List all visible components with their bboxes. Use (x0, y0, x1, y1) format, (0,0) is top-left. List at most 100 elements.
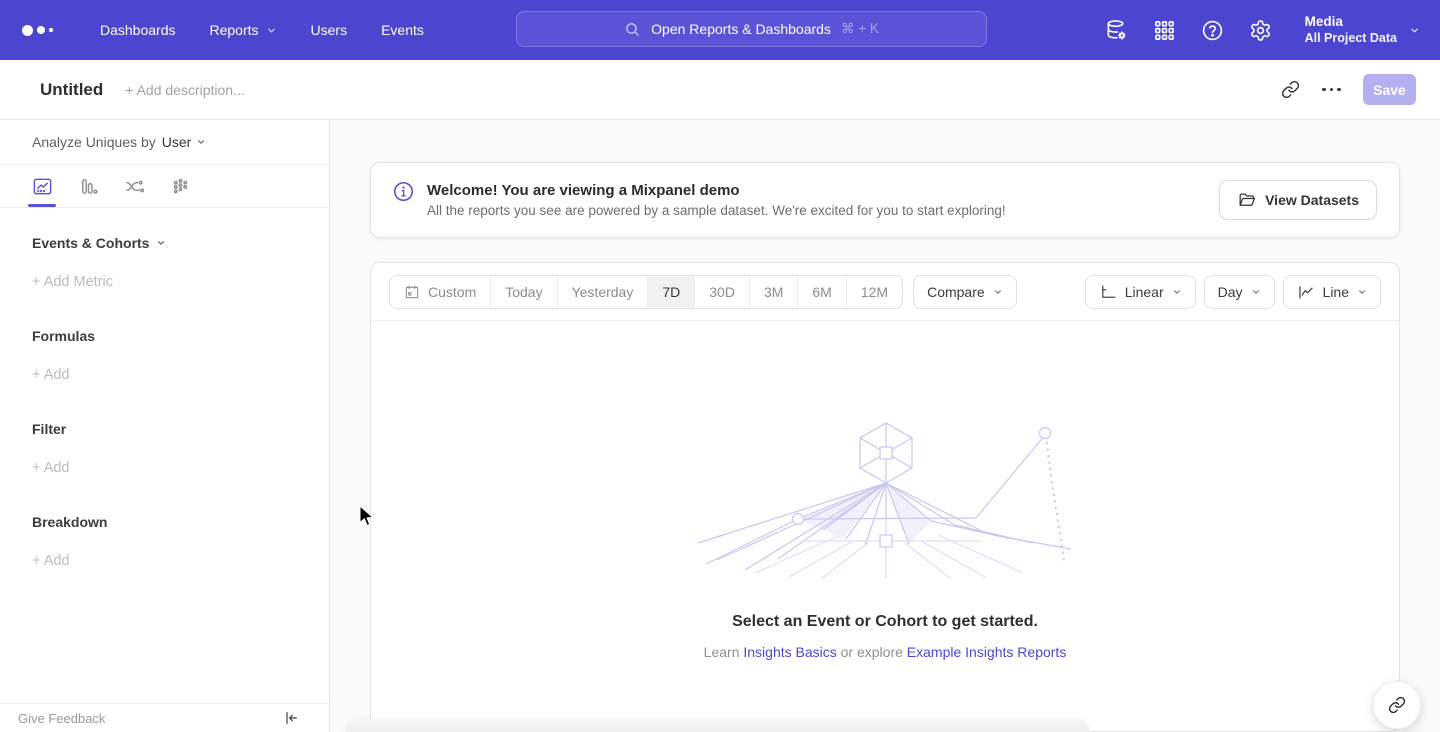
date-range-custom[interactable]: Custom (390, 276, 490, 308)
banner-title: Welcome! You are viewing a Mixpanel demo (427, 182, 1006, 199)
date-range-today[interactable]: Today (490, 276, 556, 308)
empty-state: Select an Event or Cohort to get started… (371, 321, 1399, 660)
chevron-down-icon (1251, 287, 1261, 297)
add-breakdown-button[interactable]: + Add (32, 553, 297, 569)
breakdown-label: Breakdown (32, 514, 107, 530)
chart-type-dropdown[interactable]: Line (1283, 275, 1381, 309)
data-management-icon[interactable] (1105, 19, 1128, 42)
axis-icon (1099, 283, 1117, 301)
nav-users[interactable]: Users (311, 22, 348, 38)
next-section-edge (345, 719, 1090, 732)
add-filter-button[interactable]: + Add (32, 460, 297, 476)
report-title[interactable]: Untitled (40, 80, 103, 100)
nav-reports[interactable]: Reports (210, 22, 277, 38)
link-icon (1388, 696, 1406, 714)
global-search[interactable]: Open Reports & Dashboards ⌘ + K (516, 11, 987, 47)
nav-dashboards[interactable]: Dashboards (100, 22, 176, 38)
date-range-6m[interactable]: 6M (797, 276, 845, 308)
tab-bar-chart[interactable] (74, 165, 102, 207)
line-chart-tab-icon (32, 176, 53, 197)
give-feedback-link[interactable]: Give Feedback (18, 711, 105, 726)
query-builder-sidebar: Analyze Uniques by User (0, 120, 330, 732)
tab-flow[interactable] (120, 165, 148, 207)
mixpanel-logo-icon[interactable] (22, 25, 68, 36)
banner-subtitle: All the reports you see are powered by a… (427, 203, 1006, 218)
add-formula-button[interactable]: + Add (32, 367, 297, 383)
nav-users-label: Users (311, 22, 348, 38)
hint-middle: or explore (841, 644, 903, 660)
chart-type-label: Line (1323, 284, 1349, 300)
chevron-down-icon (156, 238, 166, 248)
metrics-tab-icon (170, 176, 191, 197)
view-datasets-label: View Datasets (1265, 192, 1359, 208)
copy-link-icon[interactable] (1281, 80, 1300, 99)
chevron-down-icon (266, 25, 277, 36)
example-reports-link[interactable]: Example Insights Reports (907, 644, 1067, 660)
scale-label: Linear (1125, 284, 1164, 300)
hint-prefix: Learn (704, 644, 740, 660)
chevron-down-icon (1172, 287, 1182, 297)
demo-banner: Welcome! You are viewing a Mixpanel demo… (370, 162, 1400, 238)
empty-state-title: Select an Event or Cohort to get started… (732, 613, 1038, 631)
project-selector[interactable]: Media All Project Data (1305, 14, 1420, 47)
report-header: Untitled + Add description... Save (0, 60, 1440, 120)
events-cohorts-header[interactable]: Events & Cohorts (32, 235, 297, 251)
main-content: Welcome! You are viewing a Mixpanel demo… (330, 120, 1440, 732)
chevron-down-icon (993, 287, 1003, 297)
date-range-12m[interactable]: 12M (846, 276, 902, 308)
nav-reports-label: Reports (210, 22, 259, 38)
project-name: Media (1305, 14, 1397, 31)
date-range-custom-label: Custom (428, 284, 476, 300)
granularity-label: Day (1218, 284, 1243, 300)
search-icon (624, 21, 641, 38)
breakdown-header: Breakdown (32, 514, 297, 530)
search-placeholder: Open Reports & Dashboards (651, 21, 831, 37)
granularity-dropdown[interactable]: Day (1204, 275, 1275, 309)
nav-events[interactable]: Events (381, 22, 424, 38)
project-scope: All Project Data (1305, 31, 1397, 47)
date-range-control: Custom Today Yesterday 7D 30D 3M 6M 12M (389, 275, 903, 309)
nav-dashboards-label: Dashboards (100, 22, 176, 38)
top-nav: Dashboards Reports Users Events Open Rep… (0, 0, 1440, 60)
save-button[interactable]: Save (1363, 74, 1416, 105)
compare-label: Compare (927, 284, 985, 300)
empty-state-illustration (693, 421, 1078, 579)
view-datasets-button[interactable]: View Datasets (1219, 180, 1377, 220)
scale-dropdown[interactable]: Linear (1085, 275, 1196, 309)
report-card: Custom Today Yesterday 7D 30D 3M 6M 12M … (370, 262, 1400, 732)
chevron-down-icon (1357, 287, 1367, 297)
events-cohorts-label: Events & Cohorts (32, 235, 149, 251)
tab-metrics[interactable] (166, 165, 194, 207)
insights-basics-link[interactable]: Insights Basics (743, 644, 836, 660)
date-range-3m[interactable]: 3M (749, 276, 797, 308)
compare-dropdown[interactable]: Compare (913, 275, 1017, 309)
nav-events-label: Events (381, 22, 424, 38)
add-metric-button[interactable]: + Add Metric (32, 274, 297, 290)
date-range-yesterday[interactable]: Yesterday (557, 276, 648, 308)
calendar-icon (404, 284, 420, 300)
settings-gear-icon[interactable] (1249, 19, 1272, 42)
analyze-prefix-label: Analyze Uniques by (32, 134, 156, 150)
chevron-down-icon (1409, 25, 1420, 36)
filter-label: Filter (32, 421, 66, 437)
folder-icon (1237, 191, 1256, 210)
help-icon[interactable] (1201, 19, 1224, 42)
tab-insights-line[interactable] (28, 165, 56, 207)
bar-chart-tab-icon (78, 176, 99, 197)
collapse-sidebar-icon[interactable] (283, 710, 299, 726)
add-description-field[interactable]: + Add description... (125, 82, 244, 98)
chevron-down-icon (196, 137, 206, 147)
line-chart-icon (1297, 283, 1315, 301)
empty-state-hint: Learn Insights Basics or explore Example… (704, 644, 1067, 660)
apps-grid-icon[interactable] (1153, 19, 1176, 42)
filter-header: Filter (32, 421, 297, 437)
search-shortcut: ⌘ + K (841, 21, 879, 37)
more-options-icon[interactable] (1322, 88, 1341, 92)
date-range-7d[interactable]: 7D (647, 276, 694, 308)
share-link-fab[interactable] (1373, 681, 1421, 729)
date-range-30d[interactable]: 30D (694, 276, 749, 308)
analyze-by-value: User (162, 134, 192, 150)
flow-tab-icon (124, 176, 145, 197)
analyze-by-dropdown[interactable]: User (162, 134, 207, 150)
chart-controls: Custom Today Yesterday 7D 30D 3M 6M 12M … (371, 263, 1399, 321)
